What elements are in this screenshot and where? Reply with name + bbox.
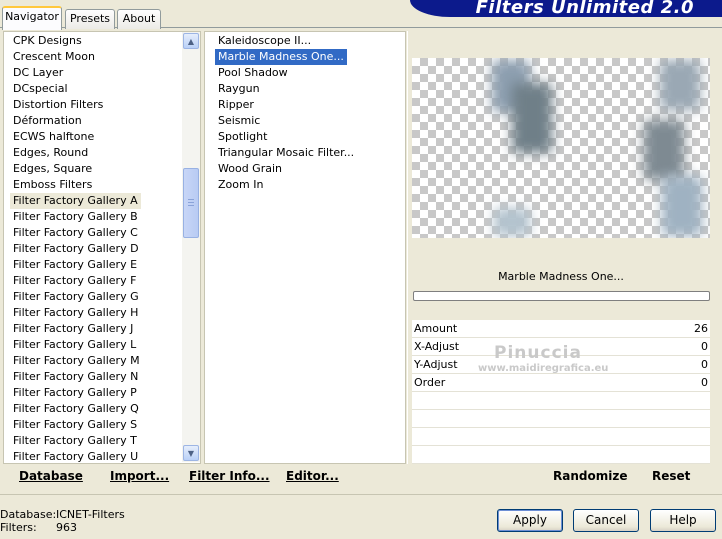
- param-row-empty: [412, 392, 710, 410]
- param-row-amount[interactable]: Amount 26: [412, 320, 710, 338]
- param-value: 0: [701, 358, 708, 371]
- category-item[interactable]: Filter Factory Gallery P: [10, 385, 140, 401]
- param-row-y-adjust[interactable]: Y-Adjust 0: [412, 356, 710, 374]
- preview-blob: [662, 176, 702, 236]
- category-item[interactable]: Filter Factory Gallery H: [10, 305, 141, 321]
- category-item[interactable]: Filter Factory Gallery A: [10, 193, 141, 209]
- category-item[interactable]: Déformation: [10, 113, 85, 129]
- database-label: Database: [19, 469, 83, 483]
- category-item[interactable]: Edges, Round: [10, 145, 91, 161]
- filter-item[interactable]: Marble Madness One...: [215, 49, 347, 65]
- randomize-button[interactable]: Randomize: [553, 469, 627, 487]
- param-value: 0: [701, 340, 708, 353]
- panel-divider: [407, 31, 408, 464]
- preview-image: [412, 58, 710, 238]
- chevron-down-icon: ▼: [187, 448, 195, 458]
- category-item[interactable]: Filter Factory Gallery F: [10, 273, 139, 289]
- category-item[interactable]: Filter Factory Gallery L: [10, 337, 139, 353]
- grip-line: [188, 199, 194, 200]
- category-list[interactable]: CPK Designs Crescent Moon DC Layer DCspecia…: [3, 31, 201, 464]
- grip-line: [188, 205, 194, 206]
- param-label: Order: [414, 376, 446, 389]
- filter-item[interactable]: Seismic: [215, 113, 263, 129]
- editor-button[interactable]: Editor...: [286, 469, 339, 487]
- import-button[interactable]: Import...: [110, 469, 169, 487]
- editor-label: Editor...: [286, 469, 339, 483]
- scroll-thumb[interactable]: [183, 168, 199, 238]
- help-button[interactable]: Help: [650, 509, 716, 532]
- preview-blob: [644, 120, 684, 180]
- param-row-empty: [412, 428, 710, 446]
- tab-about[interactable]: About: [117, 9, 161, 29]
- filter-item[interactable]: Zoom In: [215, 177, 266, 193]
- category-item[interactable]: Emboss Filters: [10, 177, 95, 193]
- title-banner: Filters Unlimited 2.0: [410, 0, 722, 18]
- category-item[interactable]: Filter Factory Gallery T: [10, 433, 140, 449]
- category-item[interactable]: Filter Factory Gallery G: [10, 289, 142, 305]
- chevron-up-icon: ▲: [187, 36, 195, 46]
- filter-list[interactable]: Kaleidoscope II... Marble Madness One... P…: [204, 31, 406, 464]
- scroll-up-button[interactable]: ▲: [183, 33, 199, 49]
- param-label: X-Adjust: [414, 340, 460, 353]
- param-row-empty: [412, 446, 710, 464]
- filter-item[interactable]: Spotlight: [215, 129, 270, 145]
- category-item[interactable]: Filter Factory Gallery E: [10, 257, 140, 273]
- param-row-empty: [412, 410, 710, 428]
- preview-blob: [512, 83, 552, 153]
- preview-blob: [660, 60, 700, 110]
- filter-info-label: Filter Info...: [189, 469, 270, 483]
- category-scrollbar[interactable]: ▲ ▼: [182, 32, 200, 462]
- filters-count: 963: [56, 521, 77, 534]
- footer-divider: [0, 494, 722, 495]
- category-item[interactable]: Filter Factory Gallery J: [10, 321, 136, 337]
- filter-item[interactable]: Pool Shadow: [215, 65, 291, 81]
- param-label: Y-Adjust: [414, 358, 458, 371]
- category-item[interactable]: Edges, Square: [10, 161, 95, 177]
- apply-button[interactable]: Apply: [497, 509, 563, 532]
- category-item[interactable]: Filter Factory Gallery D: [10, 241, 142, 257]
- category-item[interactable]: DCspecial: [10, 81, 71, 97]
- filter-info-button[interactable]: Filter Info...: [189, 469, 270, 487]
- category-item[interactable]: Filter Factory Gallery U: [10, 449, 141, 465]
- param-row-x-adjust[interactable]: X-Adjust 0: [412, 338, 710, 356]
- reset-button[interactable]: Reset: [652, 469, 690, 487]
- filter-item[interactable]: Ripper: [215, 97, 257, 113]
- database-value: ICNET-Filters: [56, 508, 125, 521]
- filters-caption: Filters:: [0, 521, 37, 534]
- category-item[interactable]: Distortion Filters: [10, 97, 106, 113]
- filter-item[interactable]: Triangular Mosaic Filter...: [215, 145, 357, 161]
- category-item[interactable]: DC Layer: [10, 65, 66, 81]
- preview-filter-name: Marble Madness One...: [412, 266, 710, 288]
- category-item[interactable]: Crescent Moon: [10, 49, 98, 65]
- cancel-button[interactable]: Cancel: [573, 509, 639, 532]
- category-item[interactable]: Filter Factory Gallery S: [10, 417, 140, 433]
- category-item[interactable]: CPK Designs: [10, 33, 85, 49]
- preview-blob: [494, 208, 530, 236]
- category-item[interactable]: Filter Factory Gallery Q: [10, 401, 142, 417]
- param-value: 0: [701, 376, 708, 389]
- filter-item[interactable]: Kaleidoscope II...: [215, 33, 314, 49]
- filter-item[interactable]: Wood Grain: [215, 161, 285, 177]
- filter-item[interactable]: Raygun: [215, 81, 263, 97]
- category-item[interactable]: Filter Factory Gallery B: [10, 209, 141, 225]
- import-label: Import...: [110, 469, 170, 483]
- grip-line: [188, 202, 194, 203]
- tab-navigator[interactable]: Navigator: [2, 6, 62, 30]
- category-item[interactable]: Filter Factory Gallery N: [10, 369, 141, 385]
- category-item[interactable]: ECWS halftone: [10, 129, 97, 145]
- tab-presets[interactable]: Presets: [65, 9, 115, 29]
- parameter-table: Amount 26 X-Adjust 0 Y-Adjust 0 Order 0: [412, 320, 710, 466]
- param-value: 26: [694, 322, 708, 335]
- param-row-order[interactable]: Order 0: [412, 374, 710, 392]
- scroll-down-button[interactable]: ▼: [183, 445, 199, 461]
- param-label: Amount: [414, 322, 458, 335]
- category-item[interactable]: Filter Factory Gallery M: [10, 353, 143, 369]
- category-item[interactable]: Filter Factory Gallery C: [10, 225, 141, 241]
- database-button[interactable]: Database: [19, 469, 83, 487]
- progress-bar: [413, 291, 710, 301]
- app-title: Filters Unlimited 2.0: [475, 0, 694, 18]
- database-caption: Database:: [0, 508, 57, 521]
